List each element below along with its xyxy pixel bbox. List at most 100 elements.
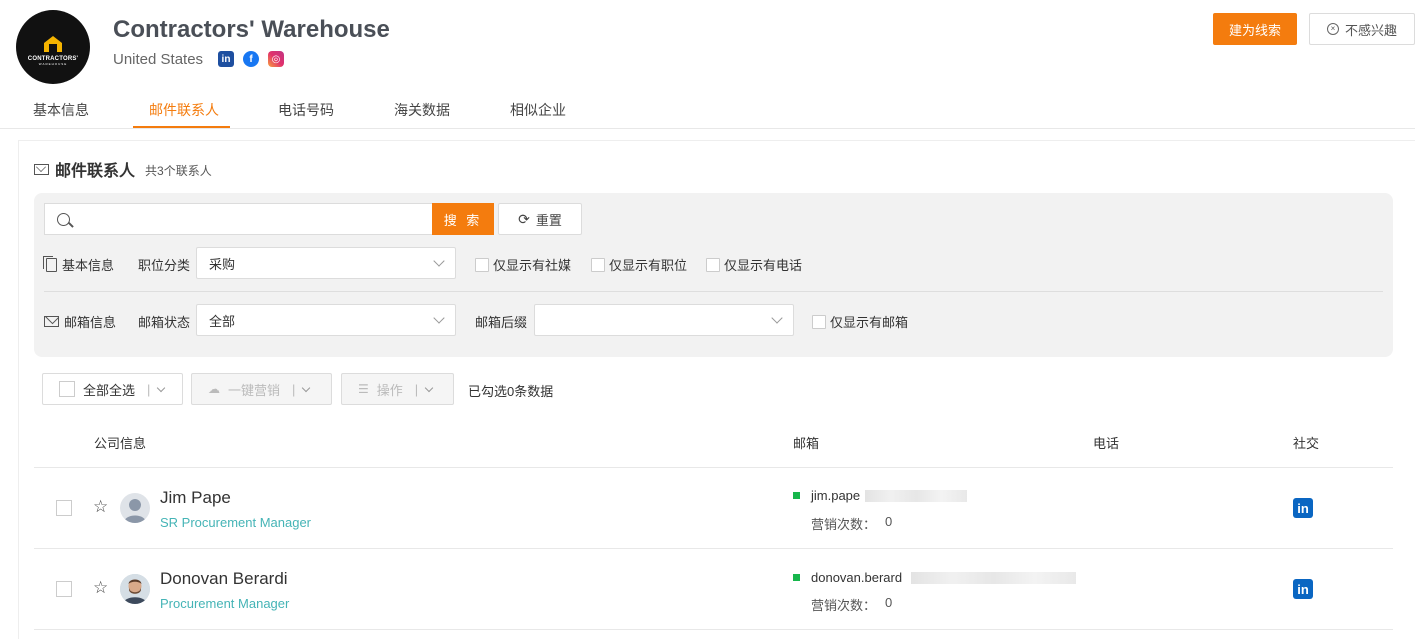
tab-customs-data[interactable]: 海关数据 [394,100,450,120]
marketing-count: 0 [885,595,893,610]
instagram-icon[interactable]: ◎ [268,51,284,67]
email-info-text: 邮箱信息 [64,315,117,330]
avatar [120,493,150,523]
person-placeholder-icon [124,499,146,523]
separator: | [414,381,419,397]
refresh-icon: ⟳ [518,210,530,227]
tab-basic-info[interactable]: 基本信息 [33,100,89,120]
contact-title: Procurement Manager [160,596,290,611]
only-position-checkbox[interactable]: 仅显示有职位 [591,255,687,274]
chevron-down-icon [433,255,445,267]
chevron-down-icon [433,312,445,324]
email-suffix-select[interactable] [534,304,794,336]
email-redacted-blur [865,490,967,502]
position-label: 职位分类 [138,258,191,273]
linkedin-icon[interactable]: in [218,51,234,67]
list-icon: ☰ [358,382,369,396]
marketing-dropdown[interactable]: ☁ 一键营销 | [191,373,332,405]
only-email-label: 仅显示有邮箱 [830,315,909,330]
email-status-select[interactable]: 全部 [196,304,456,336]
email-status-value: 全部 [209,313,236,329]
email-status-label: 邮箱状态 [138,315,191,330]
not-interested-label: 不感兴趣 [1344,22,1397,38]
marketing-count-label: 营销次数： [811,598,877,613]
checkbox-box[interactable] [591,257,605,272]
email-status-dot [793,492,800,499]
checkbox-box[interactable] [812,314,826,329]
only-position-label: 仅显示有职位 [609,258,688,273]
avatar [120,574,150,604]
marketing-count: 0 [885,514,893,529]
email-status-dot [793,574,800,581]
contact-email[interactable]: donovan.berard [811,570,902,585]
create-lead-button[interactable]: 建为线索 [1213,13,1297,45]
select-all-checkbox[interactable] [59,381,75,397]
only-social-label: 仅显示有社媒 [493,258,572,273]
col-company-info: 公司信息 [94,436,147,451]
envelope-icon [44,316,59,327]
company-social-links: in f ◎ [218,51,284,67]
checkbox-box[interactable] [706,257,720,272]
row-checkbox[interactable] [56,500,72,516]
cloud-upload-icon: ☁ [208,382,220,396]
linkedin-icon[interactable]: in [1293,498,1313,518]
contact-name[interactable]: Donovan Berardi [160,569,288,589]
dismiss-circle-icon: × [1326,23,1339,35]
checkbox-box[interactable] [475,257,489,272]
only-email-checkbox[interactable]: 仅显示有邮箱 [812,312,908,331]
separator: | [147,381,151,397]
tab-phone-numbers[interactable]: 电话号码 [278,100,334,120]
filter-divider [44,291,1383,292]
contact-count: 共3个联系人 [145,164,212,178]
star-icon[interactable]: ☆ [93,578,108,598]
contact-title: SR Procurement Manager [160,515,312,530]
mail-icon [34,163,49,175]
position-select[interactable]: 采购 [196,247,456,279]
logo-subtext: WAREHOUSE [38,61,68,66]
position-select-value: 采购 [209,256,236,272]
basic-info-text: 基本信息 [62,258,115,273]
select-all-dropdown[interactable]: 全部全选 | [42,373,183,405]
operation-dropdown[interactable]: ☰ 操作 | [341,373,454,405]
search-icon [57,212,70,226]
col-email: 邮箱 [793,436,820,451]
tab-bar: 基本信息 邮件联系人 电话号码 海关数据 相似企业 [0,90,1415,129]
contact-name[interactable]: Jim Pape [160,488,231,508]
chevron-down-icon [424,383,434,392]
search-button[interactable]: 搜 索 [432,203,494,235]
company-name: Contractors' Warehouse [113,16,390,43]
operation-label: 操作 [376,382,403,398]
company-logo: CONTRACTORS' WAREHOUSE [16,10,90,84]
reset-label: 重置 [535,212,562,228]
active-tab-indicator [133,126,230,128]
col-social: 社交 [1293,436,1320,451]
star-icon[interactable]: ☆ [93,497,108,517]
row-checkbox[interactable] [56,581,72,597]
search-input[interactable] [78,205,433,233]
contact-email[interactable]: jim.pape [811,488,860,503]
col-phone: 电话 [1093,436,1120,451]
email-redacted-blur [911,572,1076,584]
marketing-label: 一键营销 [228,382,281,398]
only-social-checkbox[interactable]: 仅显示有社媒 [475,255,571,274]
company-country: United States [113,51,204,68]
section-title: 邮件联系人 [55,163,136,180]
reset-button[interactable]: ⟳ 重置 [498,203,582,235]
not-interested-button[interactable]: × 不感兴趣 [1309,13,1415,45]
linkedin-icon[interactable]: in [1293,579,1313,599]
table-header-divider [34,467,1393,468]
chevron-down-icon [157,383,166,392]
basic-info-label: 基本信息 [43,255,115,274]
search-box [44,203,433,235]
row-divider [34,629,1393,630]
selected-count: 已勾选0条数据 [468,384,554,399]
tab-similar-companies[interactable]: 相似企业 [510,100,566,120]
person-photo-icon [120,574,150,604]
separator: | [292,381,296,397]
only-phone-checkbox[interactable]: 仅显示有电话 [706,255,802,274]
email-info-label: 邮箱信息 [44,312,116,331]
chevron-down-icon [771,312,783,324]
section-header: 邮件联系人 共3个联系人 [34,157,212,181]
tab-email-contacts[interactable]: 邮件联系人 [149,100,219,120]
facebook-icon[interactable]: f [243,51,259,67]
